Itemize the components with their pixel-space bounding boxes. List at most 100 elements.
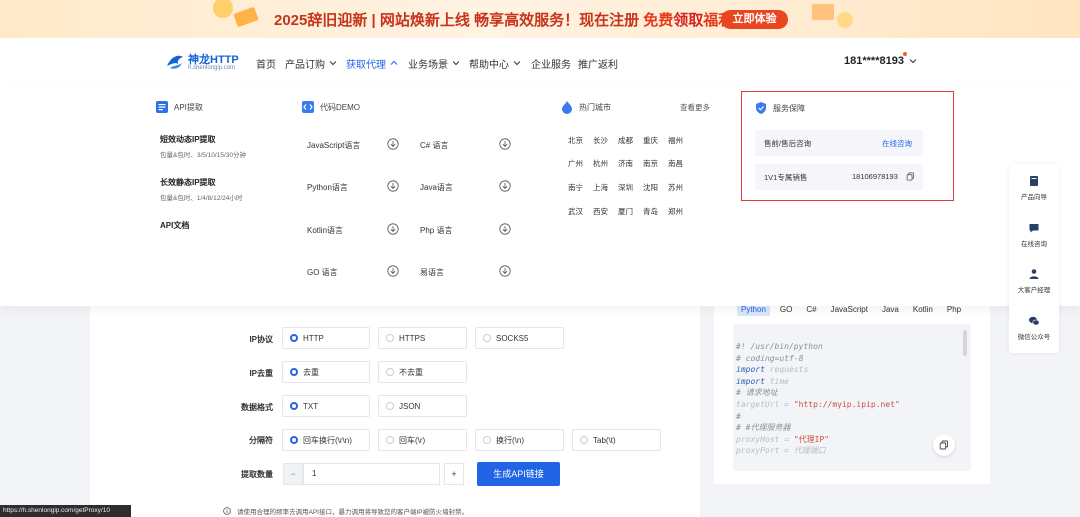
city-link[interactable]: 福州 <box>668 135 683 146</box>
code-line: import requests <box>736 364 900 376</box>
dragon-logo-icon <box>167 55 183 69</box>
nav-product-order[interactable]: 产品订购 <box>285 55 338 71</box>
sidebar-wechat[interactable]: 微信公众号 <box>1009 315 1059 341</box>
banner-text-receive: 领取 <box>673 12 704 29</box>
city-link[interactable]: 西安 <box>593 206 608 217</box>
user-account-menu[interactable]: 181****8193 <box>844 55 918 67</box>
see-more-cities-link[interactable]: 查看更多 <box>680 102 710 113</box>
copy-code-button[interactable] <box>933 434 955 456</box>
city-link[interactable]: 深圳 <box>618 182 633 193</box>
city-link[interactable]: 成都 <box>618 135 633 146</box>
city-link[interactable]: 南昌 <box>668 158 683 169</box>
nav-home[interactable]: 首页 <box>256 55 276 71</box>
demo-kotlin[interactable]: Kotlin语言 <box>307 225 343 236</box>
copy-icon[interactable] <box>906 172 915 181</box>
separator-label: 分隔符 <box>249 436 273 445</box>
option-cr[interactable]: 回车(\r) <box>378 429 467 451</box>
nav-referral[interactable]: 推广返利 <box>578 55 618 71</box>
code-variable: targetUrl <box>736 399 780 409</box>
download-icon[interactable] <box>499 265 511 277</box>
nav-business-scenario[interactable]: 业务场景 <box>408 55 461 71</box>
city-link[interactable]: 济南 <box>618 158 633 169</box>
download-icon[interactable] <box>387 180 399 192</box>
download-icon[interactable] <box>387 138 399 150</box>
city-link[interactable]: 苏州 <box>668 182 683 193</box>
demo-java[interactable]: Java语言 <box>420 182 453 193</box>
download-icon[interactable] <box>387 223 399 235</box>
option-socks5[interactable]: SOCKS5 <box>475 327 564 349</box>
demo-section-label: 代码DEMO <box>320 102 360 112</box>
floating-service-sidebar: 产品向导 在线咨询 大客户经理 微信公众号 <box>1009 164 1059 353</box>
promo-banner[interactable]: 2025辞旧迎新 | 网站焕新上线 畅享高效服务！现在注册 免费领取福利测试 立… <box>0 0 1080 38</box>
city-link[interactable]: 武汉 <box>568 206 583 217</box>
chevron-up-icon <box>390 60 398 65</box>
copy-icon <box>939 440 948 450</box>
option-label: Tab(\t) <box>593 435 616 445</box>
logo[interactable]: 神龙HTTP h.shenlongip.com <box>165 50 245 76</box>
option-no-dedup[interactable]: 不去重 <box>378 361 467 383</box>
nav-product-order-label: 产品订购 <box>285 59 325 71</box>
option-crlf[interactable]: 回车换行(\r\n) <box>282 429 370 451</box>
nav-enterprise-service[interactable]: 企业服务 <box>531 55 571 71</box>
city-link[interactable]: 南宁 <box>568 182 583 193</box>
ip-protocol-label: IP协议 <box>249 335 273 344</box>
online-consult-link[interactable]: 在线咨询 <box>882 138 912 149</box>
code-line: # #代理服务器 <box>736 423 791 433</box>
sales-phone: 18106978193 <box>852 172 898 181</box>
nav-get-proxy[interactable]: 获取代理 <box>346 55 399 71</box>
demo-python[interactable]: Python语言 <box>307 182 348 193</box>
option-lf[interactable]: 换行(\n) <box>475 429 564 451</box>
option-tab[interactable]: Tab(\t) <box>572 429 661 451</box>
short-ip-extract-link[interactable]: 短效动态IP提取 <box>160 134 216 145</box>
demo-easy-language[interactable]: 易语言 <box>420 267 444 278</box>
radio-unchecked-icon <box>386 402 394 410</box>
city-link[interactable]: 沈阳 <box>643 182 658 193</box>
download-icon[interactable] <box>387 265 399 277</box>
sidebar-online-consult[interactable]: 在线咨询 <box>1009 222 1059 248</box>
code-keyword: import <box>736 376 765 386</box>
try-now-button[interactable]: 立即体验 <box>721 10 788 29</box>
radio-unchecked-icon <box>483 436 491 444</box>
option-dedup[interactable]: 去重 <box>282 361 370 383</box>
city-link[interactable]: 广州 <box>568 158 583 169</box>
long-ip-extract-link[interactable]: 长效静态IP提取 <box>160 177 216 188</box>
generate-api-link-button[interactable]: 生成API链接 <box>477 462 560 486</box>
api-docs-link[interactable]: API文档 <box>160 220 189 231</box>
presale-consult-row: 售前/售后咨询 在线咨询 <box>755 130 923 156</box>
demo-javascript[interactable]: JavaScript语言 <box>307 140 360 151</box>
quantity-decrement-button[interactable]: − <box>283 463 303 485</box>
option-label: TXT <box>303 401 319 411</box>
option-txt[interactable]: TXT <box>282 395 370 417</box>
demo-php[interactable]: Php 语言 <box>420 225 452 236</box>
nav-help-center[interactable]: 帮助中心 <box>469 55 522 71</box>
city-link[interactable]: 郑州 <box>668 206 683 217</box>
nav-help-center-label: 帮助中心 <box>469 59 509 71</box>
code-scrollbar[interactable] <box>963 330 967 356</box>
city-link[interactable]: 南京 <box>643 158 658 169</box>
sidebar-account-manager[interactable]: 大客户经理 <box>1009 268 1059 294</box>
quantity-input[interactable]: 1 <box>303 463 440 485</box>
city-link[interactable]: 长沙 <box>593 135 608 146</box>
city-link[interactable]: 北京 <box>568 135 583 146</box>
option-json[interactable]: JSON <box>378 395 467 417</box>
option-https[interactable]: HTTPS <box>378 327 467 349</box>
city-link[interactable]: 杭州 <box>593 158 608 169</box>
code-demo-icon <box>302 101 314 113</box>
download-icon[interactable] <box>499 223 511 235</box>
nav-enterprise-service-label: 企业服务 <box>531 59 571 71</box>
info-icon <box>223 507 231 515</box>
city-link[interactable]: 青岛 <box>643 206 658 217</box>
download-icon[interactable] <box>499 138 511 150</box>
demo-go[interactable]: GO 语言 <box>307 267 338 278</box>
city-link[interactable]: 厦门 <box>618 206 633 217</box>
city-link[interactable]: 重庆 <box>643 135 658 146</box>
download-icon[interactable] <box>499 180 511 192</box>
quantity-increment-button[interactable]: + <box>444 463 464 485</box>
demo-csharp[interactable]: C# 语言 <box>420 140 448 151</box>
option-http[interactable]: HTTP <box>282 327 370 349</box>
radio-unchecked-icon <box>580 436 588 444</box>
city-link[interactable]: 上海 <box>593 182 608 193</box>
logo-url: h.shenlongip.com <box>188 65 236 71</box>
code-string: "代理IP" <box>793 434 830 444</box>
sidebar-product-guide[interactable]: 产品向导 <box>1009 175 1059 201</box>
